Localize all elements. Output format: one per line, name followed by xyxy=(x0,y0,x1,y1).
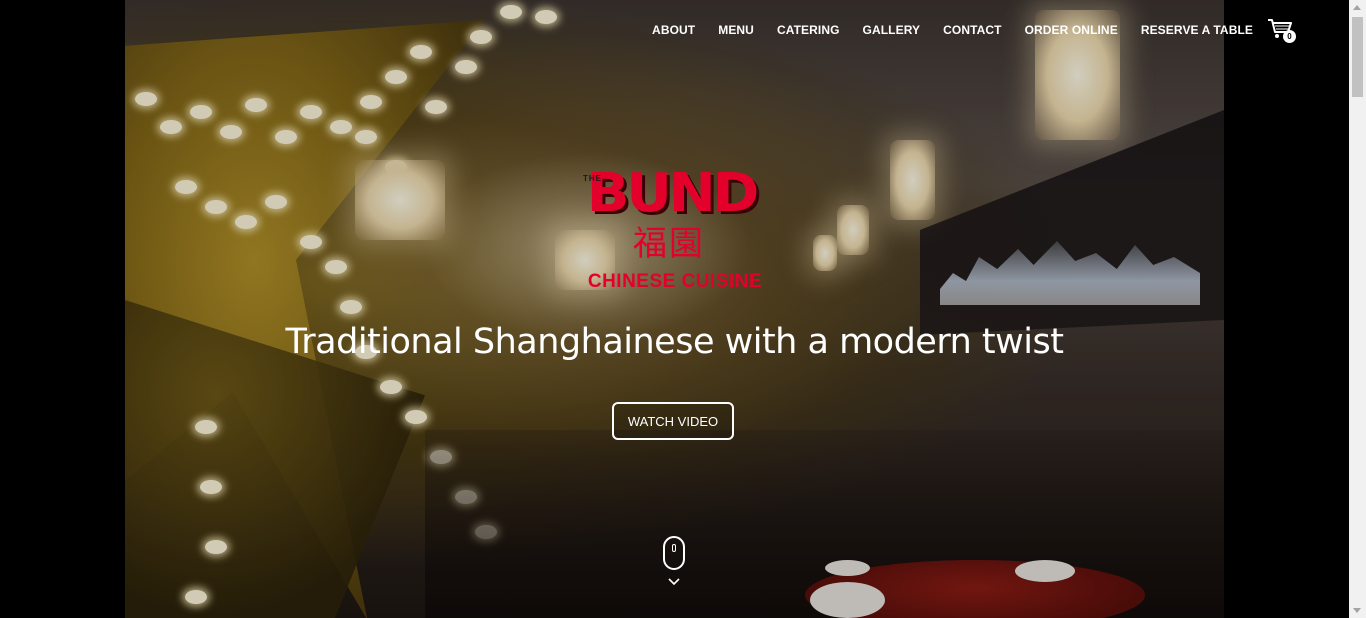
cart-count-badge: 0 xyxy=(1283,30,1296,43)
hero-background xyxy=(125,0,1224,618)
nav-item-about[interactable]: ABOUT xyxy=(652,23,695,37)
hero-tagline: Traditional Shanghainese with a modern t… xyxy=(285,322,1064,362)
nav-item-reserve-a-table[interactable]: RESERVE A TABLE xyxy=(1141,23,1253,37)
nav-item-order-online[interactable]: ORDER ONLINE xyxy=(1025,23,1118,37)
nav-item-gallery[interactable]: GALLERY xyxy=(863,23,921,37)
main-nav: ABOUT MENU CATERING GALLERY CONTACT ORDE… xyxy=(629,18,1296,43)
chevron-down-icon[interactable] xyxy=(668,576,680,588)
scrollbar[interactable] xyxy=(1349,0,1366,618)
nav-item-catering[interactable]: CATERING xyxy=(777,23,840,37)
mouse-scroll-icon[interactable] xyxy=(663,536,685,570)
restaurant-logo[interactable]: BUND THE 福園 CHINESE CUISINE xyxy=(569,167,781,294)
logo-chinese-characters: 福園 xyxy=(633,224,705,264)
scroll-down-arrow-icon[interactable] xyxy=(1353,608,1361,613)
logo-subtitle: CHINESE CUISINE xyxy=(587,271,763,292)
scrollbar-thumb[interactable] xyxy=(1352,17,1363,97)
watch-video-button[interactable]: WATCH VIDEO xyxy=(612,402,734,440)
scroll-up-arrow-icon[interactable] xyxy=(1353,5,1361,10)
hero-overlay xyxy=(125,0,1224,618)
nav-item-menu[interactable]: MENU xyxy=(718,23,754,37)
cart-button[interactable]: 0 xyxy=(1267,18,1296,43)
nav-item-contact[interactable]: CONTACT xyxy=(943,23,1001,37)
logo-the: THE xyxy=(583,174,602,183)
